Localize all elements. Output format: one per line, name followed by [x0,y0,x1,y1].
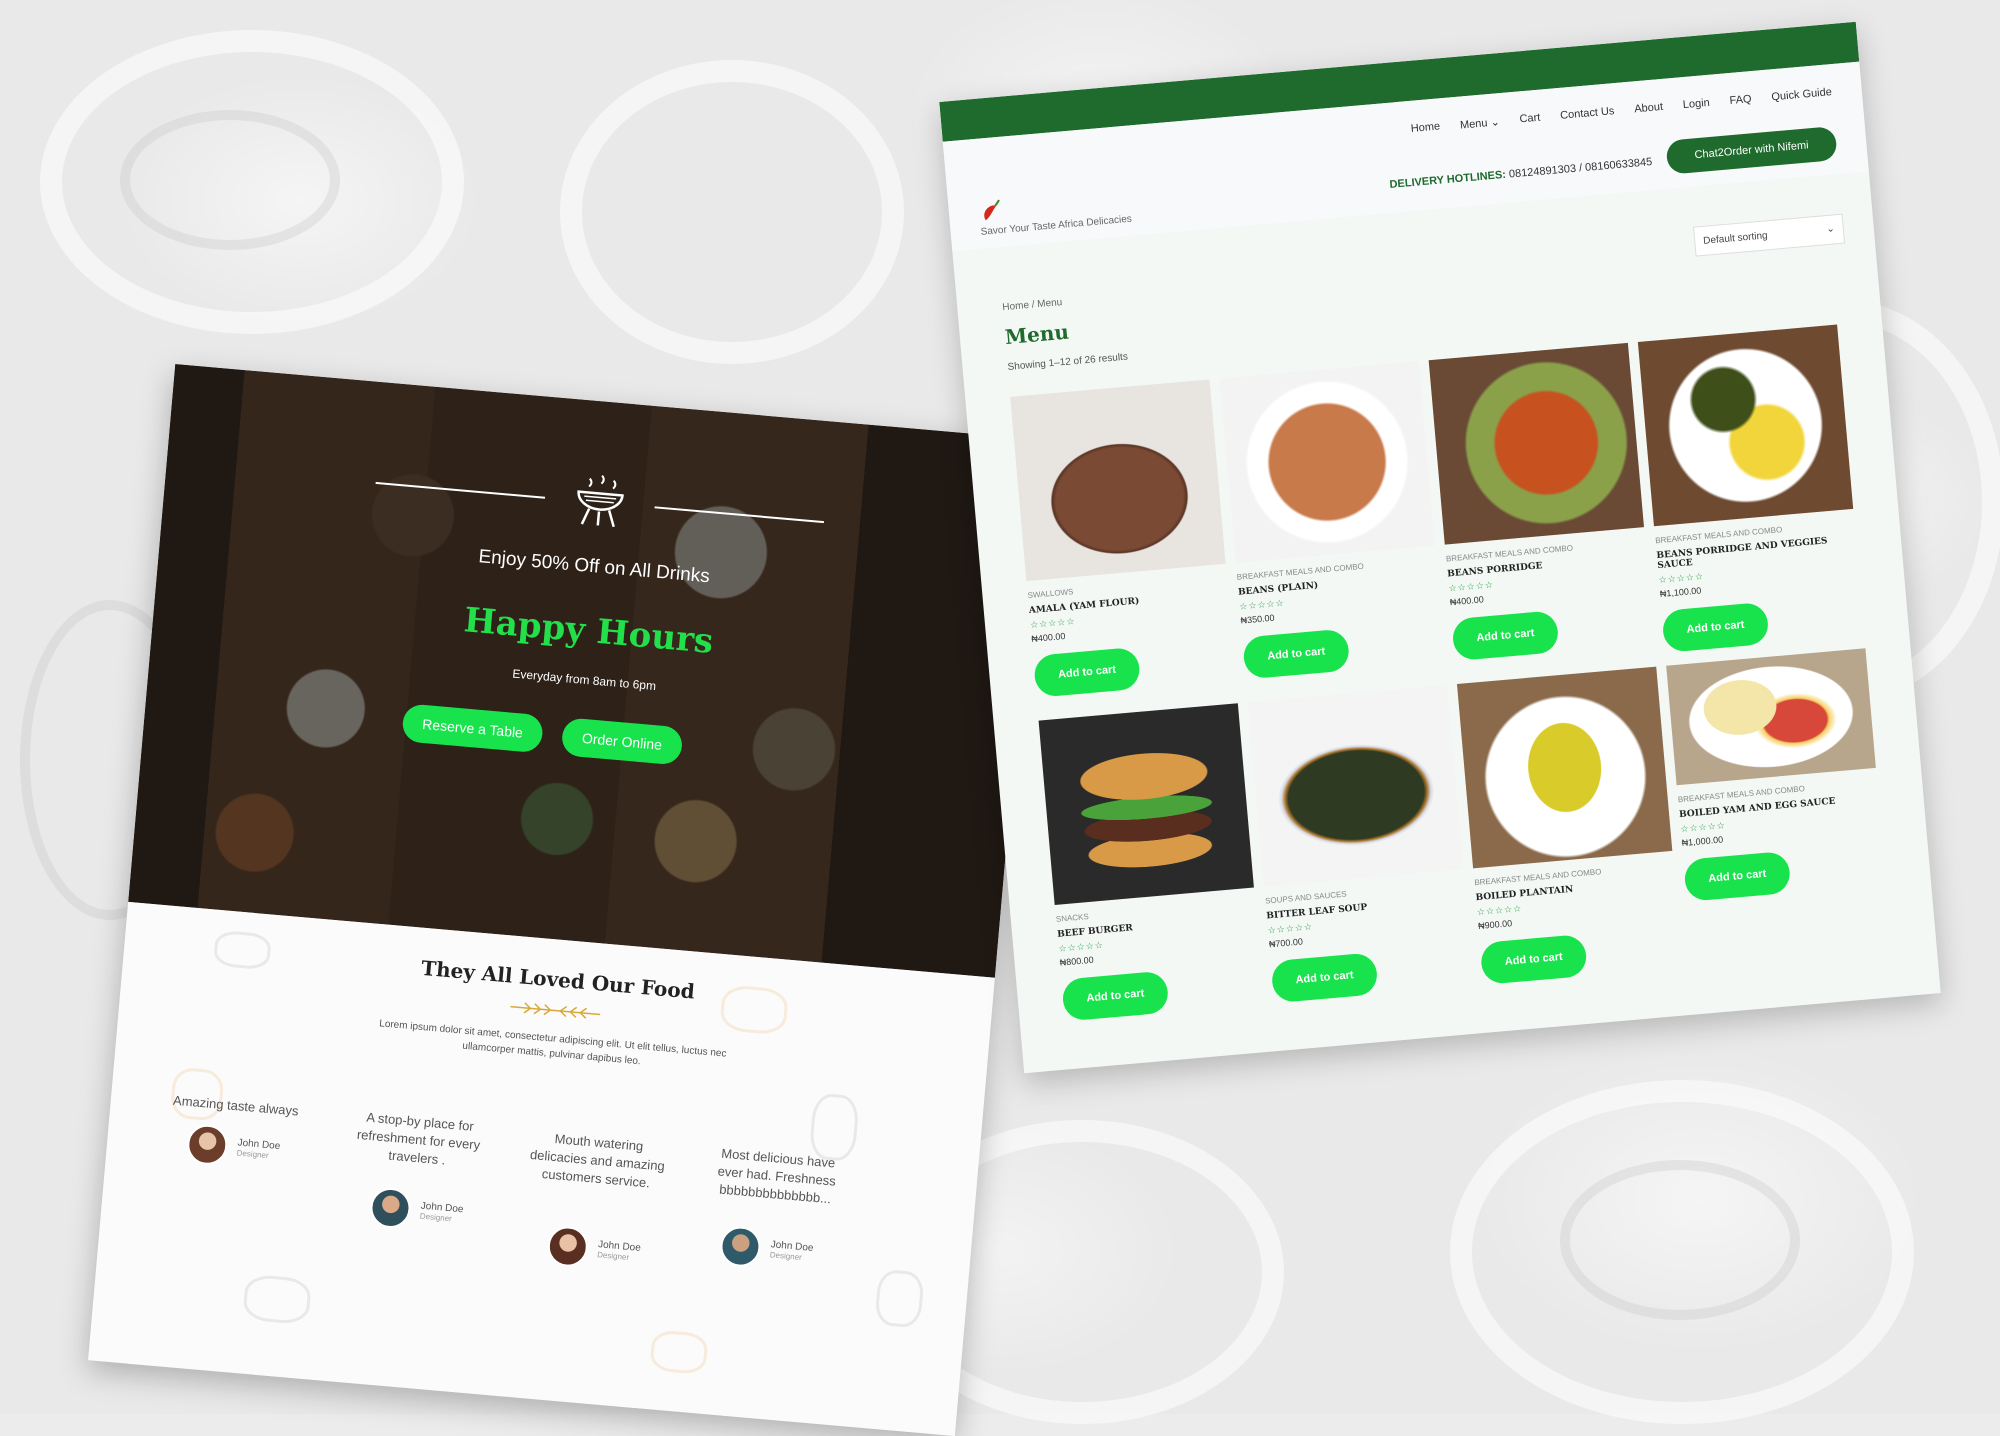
delivery-hotlines: DELIVERY HOTLINES: 08124891303 / 0816063… [1389,156,1653,191]
testimonial-author-3: John Doe Designer [546,1224,642,1273]
product-image[interactable] [1428,342,1645,545]
product-card: Soups and Sauces BITTER LEAF SOUP ☆☆☆☆☆ … [1247,684,1474,1004]
nav-quick-guide[interactable]: Quick Guide [1771,86,1832,104]
chevron-down-icon: ⌄ [1825,223,1836,236]
breadcrumb[interactable]: Home / Menu [1002,297,1063,313]
add-to-cart-button[interactable]: Add to cart [1270,952,1379,1004]
nav-home[interactable]: Home [1410,120,1440,136]
add-to-cart-button[interactable]: Add to cart [1451,610,1560,662]
add-to-cart-button[interactable]: Add to cart [1061,970,1170,1022]
product-card: Swallows AMALA (YAM FLOUR) ☆☆☆☆☆ ₦400.00… [1010,379,1236,698]
add-to-cart-button[interactable]: Add to cart [1479,933,1588,985]
product-image[interactable] [1219,361,1435,563]
nav-about[interactable]: About [1634,101,1664,116]
testimonial-quote-2: A stop-by place for refreshment for ever… [356,1109,481,1168]
product-image[interactable] [1247,684,1464,887]
chevron-down-icon: ⌄ [1490,116,1501,129]
testimonial-author-2: John Doe Designer [368,1186,465,1234]
testimonial-author-1: John Doe Designer [185,1123,282,1171]
grill-icon [577,474,624,528]
add-to-cart-button[interactable]: Add to cart [1032,646,1142,698]
product-image[interactable] [1456,666,1673,869]
result-count: Showing 1–12 of 26 results [1007,351,1129,373]
nav-faq[interactable]: FAQ [1729,93,1752,108]
avatar [546,1224,590,1269]
hero-content: Enjoy 50% Off on All Drinks Happy Hours … [128,364,1042,978]
menu-page-screenshot: Home Menu ⌄ Cart Contact Us About Login … [939,21,1941,1074]
testimonial-quote-4: Most delicious have ever had. Freshness … [717,1145,837,1207]
product-card: Breakfast Meals and Combo BOILED PLANTAI… [1456,666,1683,985]
chat-to-order-button[interactable]: Chat2Order with Nifemi [1665,125,1838,175]
nav-menu[interactable]: Menu ⌄ [1459,115,1501,131]
testimonials-section: They All Loved Our Food Lorem ipsum dolo… [88,901,995,1436]
add-to-cart-button[interactable]: Add to cart [1242,628,1351,680]
avatar [185,1123,229,1167]
add-to-cart-button[interactable]: Add to cart [1661,601,1770,653]
landing-page-screenshot: Enjoy 50% Off on All Drinks Happy Hours … [88,363,1042,1436]
nav-contact[interactable]: Contact Us [1560,105,1615,123]
product-card: Breakfast Meals and Combo BEANS (PLAIN) … [1219,361,1445,680]
avatar [368,1186,413,1230]
testimonials-description: Lorem ipsum dolor sit amet, consectetur … [378,1018,727,1068]
nav-login[interactable]: Login [1682,97,1710,112]
product-card: Breakfast Meals and Combo BOILED YAM AND… [1666,648,1886,902]
product-image[interactable] [1666,648,1876,786]
testimonial-quote-3: Mouth watering delicacies and amazing cu… [529,1131,666,1191]
avatar [718,1224,763,1269]
product-image[interactable] [1637,324,1854,527]
sorting-select[interactable]: Default sorting ⌄ [1693,213,1846,257]
product-image[interactable] [1010,379,1226,582]
decorative-line-left [375,481,546,499]
testimonial-author-4: John Doe Designer [718,1224,815,1273]
product-card: Breakfast Meals and Combo BEANS PORRIDGE… [1637,324,1864,653]
product-card: Breakfast Meals and Combo BEANS PORRIDGE… [1428,342,1655,662]
wheat-divider-icon [510,1002,601,1019]
decorative-line-right [654,506,825,524]
product-card: Snacks BEEF BURGER ☆☆☆☆☆ ₦800.00 Add to … [1038,703,1265,1022]
page-title: Menu [1003,319,1070,350]
nav-cart[interactable]: Cart [1519,112,1541,127]
product-image[interactable] [1038,703,1254,905]
reserve-table-button[interactable]: Reserve a Table [401,703,545,754]
add-to-cart-button[interactable]: Add to cart [1683,850,1792,902]
order-online-button[interactable]: Order Online [560,717,684,766]
